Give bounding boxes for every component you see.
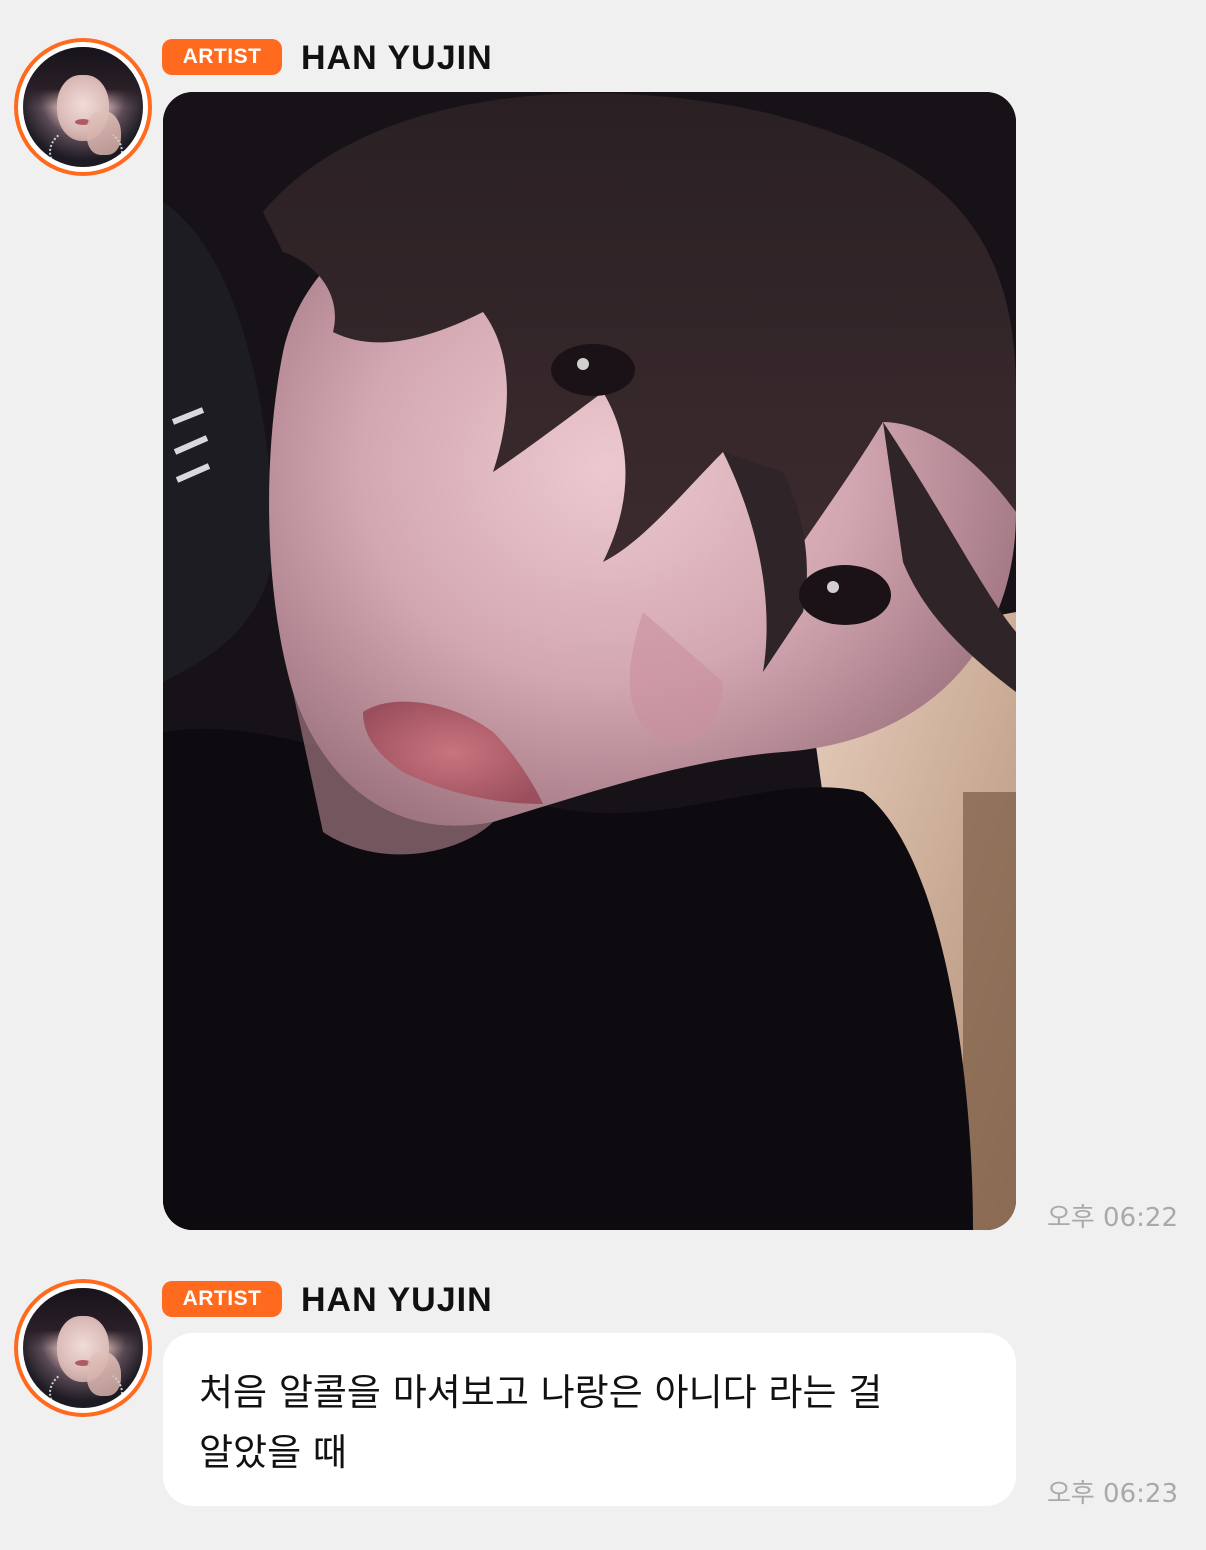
avatar[interactable]	[14, 1279, 152, 1417]
sender-name[interactable]: HAN YUJIN	[301, 38, 493, 78]
timestamp: 오후 06:22	[1046, 1203, 1178, 1233]
sender-name[interactable]: HAN YUJIN	[301, 1280, 493, 1320]
photo-attachment[interactable]	[163, 92, 1016, 1230]
artist-badge: ARTIST	[162, 1281, 282, 1317]
message-bubble[interactable]: 처음 알콜을 마셔보고 나랑은 아니다 라는 걸 알았을 때	[163, 1333, 1016, 1506]
avatar-image	[23, 1288, 143, 1408]
avatar-image	[23, 47, 143, 167]
message-text: 처음 알콜을 마셔보고 나랑은 아니다 라는 걸 알았을 때	[199, 1371, 883, 1474]
timestamp: 오후 06:23	[1046, 1479, 1178, 1509]
artist-badge: ARTIST	[162, 39, 282, 75]
avatar[interactable]	[14, 38, 152, 176]
